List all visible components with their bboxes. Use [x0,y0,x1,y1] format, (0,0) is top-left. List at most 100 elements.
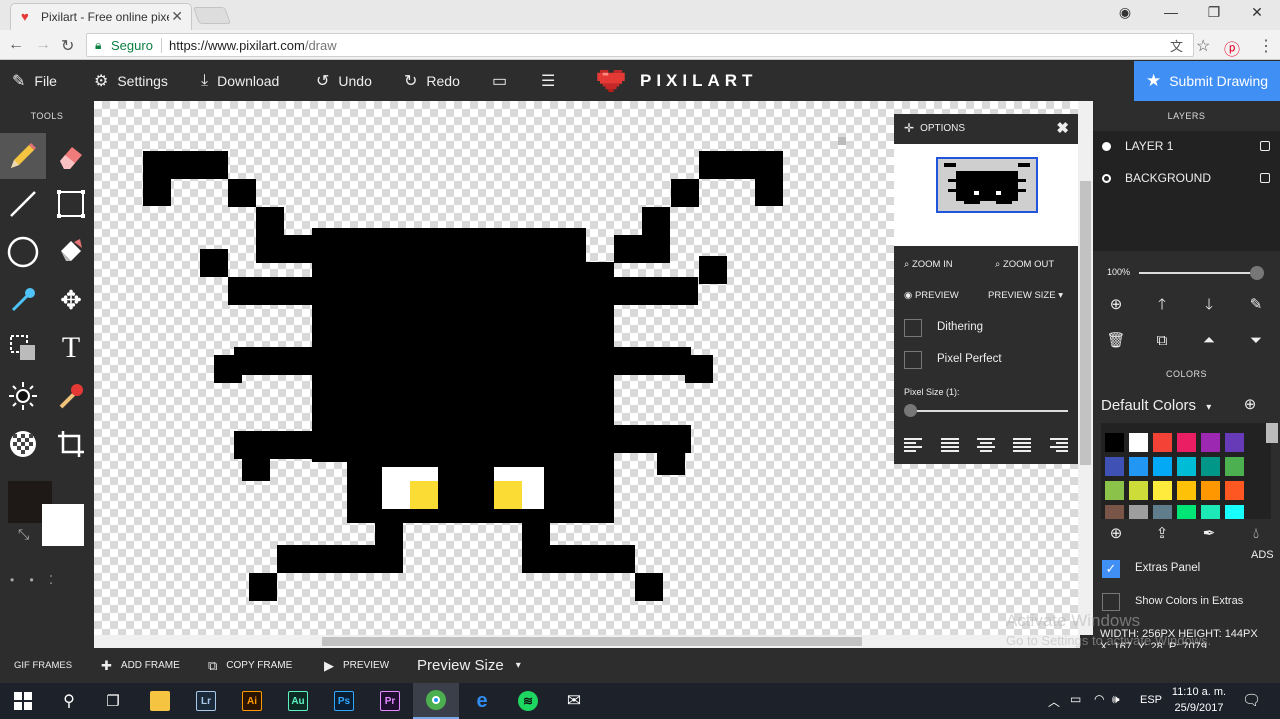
color-swatch[interactable] [1129,457,1148,476]
layer-up-icon[interactable]: 🡑 [1152,295,1172,315]
visibility-toggle[interactable] [1260,141,1270,151]
align-full-icon[interactable] [1013,438,1031,452]
close-window-button[interactable]: ✕ [1247,4,1267,21]
zoom-out-button[interactable]: ⌕ ZOOM OUT [995,259,1054,270]
search-icon[interactable]: ⚲ [46,683,92,719]
color-swatch[interactable] [1201,457,1220,476]
preview-toggle[interactable]: ◉ PREVIEW [904,290,959,301]
layer-item-layer-1[interactable]: LAYER 1 [1093,131,1280,161]
language-indicator[interactable]: ESP [1140,694,1162,706]
selection-tool[interactable] [0,325,46,371]
options-header[interactable]: ✛ OPTIONS ✖ [894,114,1078,142]
color-swatch[interactable] [1153,433,1172,452]
layer-down-icon[interactable]: 🡓 [1199,295,1219,315]
wifi-icon[interactable]: ◠ [1094,692,1104,706]
audition-icon[interactable]: Au [275,683,321,719]
add-layer-icon[interactable]: ⊕ [1106,295,1126,315]
color-swatch[interactable] [1129,505,1148,519]
visibility-toggle[interactable] [1260,173,1270,183]
layer-item-background[interactable]: BACKGROUND [1093,163,1280,193]
file-button[interactable]: ✎ File [12,61,57,101]
redo-button[interactable]: ↻ Redo [404,61,460,101]
undo-button[interactable]: ↺ Undo [316,61,372,101]
add-color-icon[interactable]: ⊕ [1106,524,1126,544]
clock-time[interactable]: 11:10 a. m. [1171,686,1227,698]
secondary-color-swatch[interactable] [42,504,84,546]
zoom-in-button[interactable]: ⌕ ZOOM IN [904,259,953,270]
color-swatch[interactable] [1225,457,1244,476]
bookmark-star-icon[interactable]: ☆ [1196,36,1210,56]
start-button[interactable] [0,683,46,719]
rectangle-tool[interactable] [48,181,94,227]
merge-down-icon[interactable]: ⏷ [1246,331,1266,351]
settings-button[interactable]: ⚙ Settings [94,61,168,101]
horizontal-scrollbar[interactable] [94,635,1080,648]
move-tool[interactable]: ✥ [48,277,94,323]
pixel-size-slider[interactable] [904,404,1068,417]
color-swatch[interactable] [1177,505,1196,519]
rename-layer-icon[interactable]: ✎ [1246,295,1266,315]
palette-dropdown[interactable]: Default Colors ▾ [1101,397,1211,414]
photoshop-icon[interactable]: Ps [321,683,367,719]
share-palette-icon[interactable]: ⇪ [1152,524,1172,544]
dithering-checkbox[interactable] [904,319,922,337]
align-center-icon[interactable] [977,438,995,452]
reload-icon[interactable]: ↻ [61,36,74,56]
color-swatch[interactable] [1105,505,1124,519]
drop-icon[interactable]: 💧︎ [1246,524,1266,544]
task-view-icon[interactable]: ❐ [90,683,136,719]
opacity-slider[interactable] [1139,266,1264,280]
translate-icon[interactable]: 文 [1170,36,1183,55]
battery-icon[interactable]: ▭ [1070,692,1081,706]
volume-icon[interactable]: 🕪︎ [1112,692,1120,707]
delete-layer-icon[interactable]: 🗑︎ [1106,331,1126,351]
align-right-icon[interactable] [1050,438,1068,452]
chrome-menu-icon[interactable]: ⋮ [1258,36,1274,56]
illustrator-icon[interactable]: Ai [229,683,275,719]
profile-icon[interactable]: ◉ [1115,4,1135,21]
close-tab-icon[interactable]: ✕ [171,8,183,25]
color-swatch[interactable] [1153,505,1172,519]
color-swatch[interactable] [1105,481,1124,500]
edge-icon[interactable]: e [459,683,505,719]
spotify-icon[interactable]: ≋ [505,683,551,719]
slider-knob[interactable] [904,404,917,417]
url-input[interactable]: 🔒︎ Seguro https://www.pixilart.com/draw [86,33,1194,57]
download-button[interactable]: ⤓ Download [201,61,279,101]
premiere-icon[interactable]: Pr [367,683,413,719]
browser-tab[interactable]: ♥ Pixilart - Free online pixe ✕ [10,3,192,30]
checker-pattern-tool[interactable] [0,421,46,467]
color-swatch[interactable] [1201,433,1220,452]
merge-up-icon[interactable]: ⏶ [1199,331,1219,351]
text-tool[interactable]: T [48,325,94,371]
color-swatch[interactable] [1105,433,1124,452]
dots-icon[interactable]: • • ⁚ [10,573,59,587]
pencil-tool[interactable] [0,133,46,179]
add-frame-button[interactable]: ✚ ADD FRAME [101,648,180,683]
back-icon[interactable]: ← [8,36,24,54]
close-icon[interactable]: ✖ [1056,119,1069,137]
swap-colors-icon[interactable]: ⤡ [18,526,29,543]
align-left-icon[interactable] [904,438,922,452]
color-swatch[interactable] [1129,433,1148,452]
lightroom-icon[interactable]: Lr [183,683,229,719]
color-swatch[interactable] [1201,505,1220,519]
file-explorer-icon[interactable] [137,683,183,719]
color-swatch[interactable] [1177,481,1196,500]
scroll-thumb[interactable] [1080,181,1091,465]
minimize-button[interactable]: — [1161,4,1181,20]
pinterest-icon[interactable]: ⓟ [1224,36,1240,60]
color-swatch[interactable] [1105,457,1124,476]
tray-chevron-icon[interactable]: ︿ [1048,693,1060,710]
fill-bucket-tool[interactable] [48,229,94,275]
color-swatch[interactable] [1225,505,1244,519]
color-swatch[interactable] [1177,457,1196,476]
duplicate-layer-icon[interactable]: ⧉ [1152,331,1172,351]
copy-frame-button[interactable]: ⧉ COPY FRAME [208,648,292,683]
clock-date[interactable]: 25/9/2017 [1171,702,1227,714]
maximize-button[interactable]: ❐ [1204,4,1224,21]
submit-drawing-button[interactable]: ★ Submit Drawing [1134,61,1280,101]
color-swatch[interactable] [1129,481,1148,500]
lighten-tool[interactable] [0,373,46,419]
circle-tool[interactable] [0,229,46,275]
